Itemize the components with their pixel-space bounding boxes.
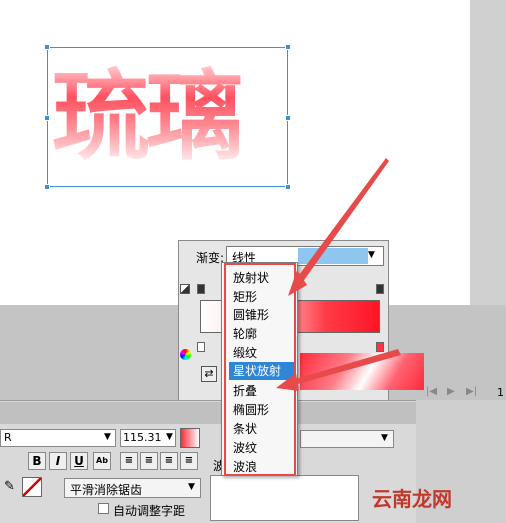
auto-kern-checkbox[interactable] — [98, 503, 109, 514]
antialias-value: 平滑消除锯齿 — [70, 483, 143, 497]
play-icon[interactable]: ▶ — [447, 386, 455, 397]
stroke-color-swatch[interactable] — [22, 477, 42, 497]
selection-handle-mr[interactable] — [285, 115, 291, 121]
align-center-button[interactable]: ≡ — [140, 452, 158, 470]
text-color-swatch[interactable] — [180, 428, 200, 448]
page-number: 1 — [497, 386, 504, 399]
reverse-gradient-icon[interactable]: ⇄ — [201, 366, 217, 382]
bold-button[interactable]: B — [28, 452, 46, 470]
pencil-icon[interactable]: ✎ — [4, 479, 15, 494]
text-direction-button[interactable]: Ab — [93, 452, 111, 470]
property-select[interactable] — [300, 430, 394, 448]
font-family-select[interactable] — [0, 429, 116, 447]
gradient-label: 渐变: — [196, 251, 225, 265]
gradient-stop-top-right[interactable] — [376, 284, 384, 294]
chevron-down-icon[interactable]: ▼ — [368, 250, 375, 260]
italic-button[interactable]: I — [49, 452, 67, 470]
color-wheel-icon[interactable] — [180, 349, 191, 360]
gradient-select-highlight — [298, 248, 368, 264]
align-left-button[interactable]: ≡ — [120, 452, 138, 470]
align-right-button[interactable]: ≡ — [160, 452, 178, 470]
gradient-preview — [300, 353, 424, 390]
chevron-down-icon[interactable]: ▼ — [166, 432, 173, 442]
font-family-value: R — [4, 431, 12, 444]
justify-button[interactable]: ≡ — [180, 452, 198, 470]
gradient-stop-bottom-left[interactable] — [197, 342, 205, 352]
gradient-stop-top-left[interactable] — [197, 284, 205, 294]
annotation-highlight-box — [224, 263, 296, 476]
auto-kern-label: 自动调整字距 — [113, 504, 186, 518]
rewind-icon[interactable]: |◀ — [426, 386, 437, 397]
swap-icon[interactable] — [180, 284, 190, 294]
chevron-down-icon[interactable]: ▼ — [104, 432, 111, 442]
selection-box[interactable] — [47, 47, 288, 187]
selection-handle-ml[interactable] — [44, 115, 50, 121]
gradient-stop-bottom-right[interactable] — [376, 342, 384, 352]
selection-handle-tr[interactable] — [285, 44, 291, 50]
chevron-down-icon[interactable]: ▼ — [381, 433, 388, 443]
selection-handle-br[interactable] — [285, 184, 291, 190]
forward-icon[interactable]: ▶| — [466, 386, 477, 397]
selection-handle-bl[interactable] — [44, 184, 50, 190]
chevron-down-icon[interactable]: ▼ — [188, 482, 195, 492]
underline-button[interactable]: U — [70, 452, 88, 470]
stage-right-edge — [470, 0, 506, 305]
selection-handle-tl[interactable] — [44, 44, 50, 50]
font-size-value: 115.31 — [123, 431, 162, 444]
watermark: 云南龙网 — [372, 487, 452, 511]
url-input[interactable] — [210, 475, 359, 521]
